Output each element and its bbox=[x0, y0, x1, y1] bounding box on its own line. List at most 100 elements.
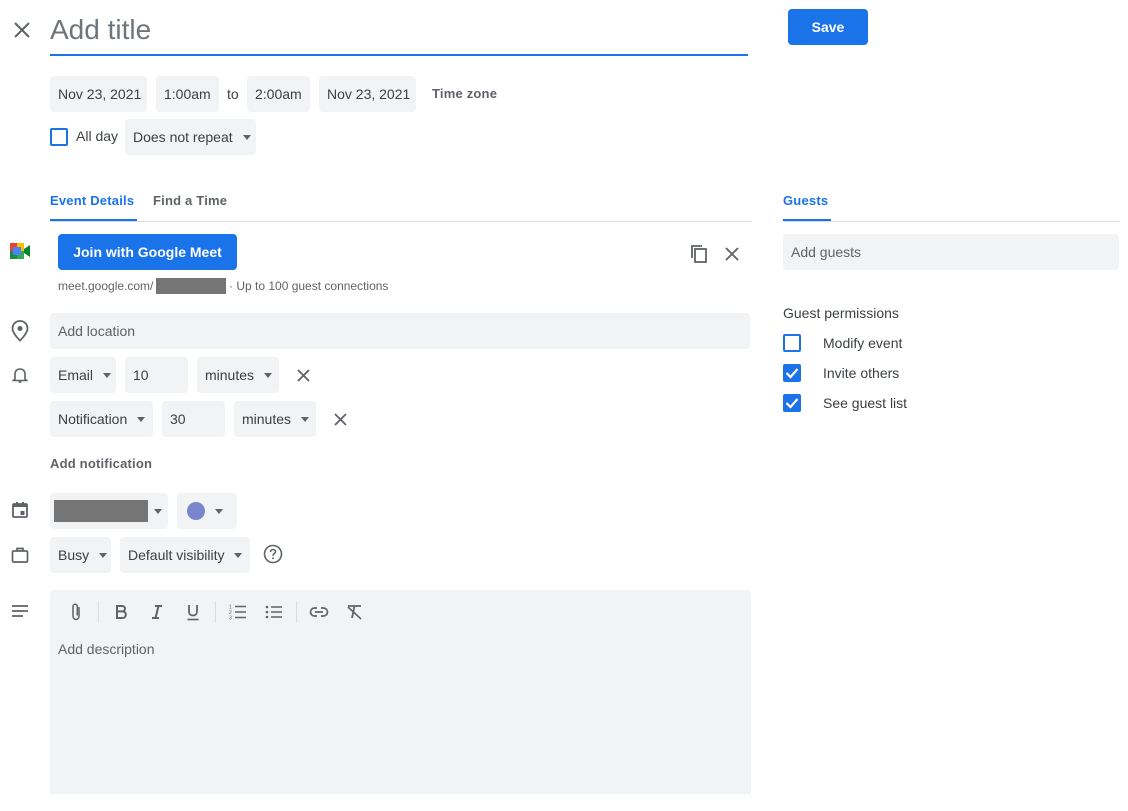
meet-link-prefix[interactable]: meet.google.com/ bbox=[58, 279, 153, 293]
bold-icon bbox=[116, 605, 127, 619]
notification-unit-dropdown[interactable]: minutes bbox=[234, 401, 316, 437]
tabs-divider bbox=[50, 221, 752, 222]
timezone-button[interactable]: Time zone bbox=[432, 86, 497, 101]
remove-notification-button[interactable] bbox=[291, 363, 315, 387]
event-color-dropdown[interactable] bbox=[177, 493, 237, 529]
end-date-field[interactable]: Nov 23, 2021 bbox=[319, 76, 416, 112]
clear-format-button[interactable] bbox=[343, 600, 367, 624]
attach-button[interactable] bbox=[64, 600, 88, 624]
add-guests-input[interactable]: Add guests bbox=[783, 234, 1119, 270]
copy-icon bbox=[691, 245, 707, 263]
modify-event-checkbox[interactable] bbox=[783, 334, 801, 352]
tab-find-a-time-label: Find a Time bbox=[153, 193, 228, 208]
invite-others-label: Invite others bbox=[823, 365, 900, 381]
invite-others-checkbox[interactable] bbox=[783, 364, 801, 382]
start-date-field[interactable]: Nov 23, 2021 bbox=[50, 76, 147, 112]
see-guest-list-label: See guest list bbox=[823, 395, 908, 411]
google-meet-icon bbox=[10, 243, 30, 259]
to-label: to bbox=[227, 86, 239, 102]
end-time-field[interactable]: 2:00am bbox=[247, 76, 310, 112]
tab-guests[interactable]: Guests bbox=[783, 192, 828, 222]
bold-button[interactable] bbox=[109, 600, 133, 624]
toolbar-divider bbox=[215, 601, 216, 623]
join-google-meet-button[interactable]: Join with Google Meet bbox=[58, 234, 237, 270]
visibility-help-button[interactable] bbox=[262, 543, 284, 565]
save-button[interactable]: Save bbox=[788, 9, 868, 45]
start-time-value: 1:00am bbox=[164, 86, 211, 102]
close-button[interactable] bbox=[8, 16, 36, 44]
italic-button[interactable] bbox=[145, 600, 169, 624]
meet-link-code bbox=[156, 278, 226, 294]
guest-permissions-title: Guest permissions bbox=[783, 305, 899, 321]
add-notification-button[interactable]: Add notification bbox=[50, 456, 152, 471]
guests-divider bbox=[783, 221, 1120, 222]
chevron-down-icon bbox=[215, 508, 223, 514]
availability-dropdown[interactable]: Busy bbox=[50, 537, 111, 573]
tab-event-details-label: Event Details bbox=[50, 193, 135, 208]
notification-amount-input[interactable]: 10 bbox=[125, 357, 188, 393]
toolbar-divider bbox=[296, 601, 297, 623]
svg-text:3: 3 bbox=[229, 616, 232, 621]
meet-link-suffix: · Up to 100 guest connections bbox=[229, 279, 389, 293]
link-button[interactable] bbox=[307, 600, 331, 624]
remove-notification-button[interactable] bbox=[328, 407, 352, 431]
title-placeholder: Add title bbox=[50, 14, 152, 45]
chevron-down-icon bbox=[99, 552, 108, 558]
italic-icon bbox=[152, 605, 162, 619]
close-icon bbox=[296, 368, 310, 382]
availability-value: Busy bbox=[58, 547, 90, 563]
close-icon bbox=[14, 22, 30, 38]
underline-button[interactable] bbox=[181, 600, 205, 624]
calendar-dropdown[interactable] bbox=[50, 493, 168, 529]
tab-guests-label: Guests bbox=[783, 193, 829, 208]
notification-unit-value: minutes bbox=[205, 367, 255, 383]
notification-type-dropdown[interactable]: Notification bbox=[50, 401, 153, 437]
chevron-down-icon bbox=[234, 552, 243, 558]
notification-type-value: Notification bbox=[58, 411, 128, 427]
notification-type-value: Email bbox=[58, 367, 94, 383]
chevron-down-icon bbox=[264, 372, 273, 378]
chevron-down-icon bbox=[103, 372, 112, 378]
bulleted-list-button[interactable] bbox=[262, 600, 286, 624]
join-google-meet-label: Join with Google Meet bbox=[73, 244, 222, 260]
location-placeholder: Add location bbox=[58, 323, 136, 339]
notification-unit-value: minutes bbox=[242, 411, 292, 427]
clear-format-icon bbox=[347, 605, 362, 620]
notification-amount-input[interactable]: 30 bbox=[162, 401, 225, 437]
check-icon bbox=[785, 398, 799, 409]
all-day-label: All day bbox=[76, 128, 119, 144]
tab-event-details[interactable]: Event Details bbox=[50, 192, 134, 222]
numbered-list-button[interactable]: 1 2 3 bbox=[226, 600, 250, 624]
see-guest-list-checkbox[interactable] bbox=[783, 394, 801, 412]
chevron-down-icon bbox=[154, 508, 162, 514]
calendar-icon bbox=[11, 501, 29, 524]
tab-find-a-time[interactable]: Find a Time bbox=[153, 192, 227, 222]
all-day-checkbox[interactable] bbox=[50, 128, 68, 146]
repeat-value: Does not repeat bbox=[133, 129, 233, 145]
bulleted-list-icon bbox=[265, 605, 282, 619]
description-icon bbox=[11, 604, 29, 623]
start-date-value: Nov 23, 2021 bbox=[58, 86, 142, 102]
numbered-list-icon: 1 2 3 bbox=[229, 605, 246, 621]
modify-event-label: Modify event bbox=[823, 335, 903, 351]
visibility-value: Default visibility bbox=[128, 547, 225, 563]
close-icon bbox=[333, 412, 347, 426]
location-input[interactable]: Add location bbox=[50, 313, 750, 349]
repeat-dropdown[interactable]: Does not repeat bbox=[125, 119, 256, 155]
start-time-field[interactable]: 1:00am bbox=[156, 76, 219, 112]
notification-amount-value: 10 bbox=[133, 367, 149, 383]
calendar-name bbox=[54, 500, 148, 522]
remove-meet-button[interactable] bbox=[720, 242, 744, 266]
description-placeholder: Add description bbox=[58, 641, 155, 657]
notification-unit-dropdown[interactable]: minutes bbox=[197, 357, 279, 393]
check-icon bbox=[785, 368, 799, 379]
visibility-dropdown[interactable]: Default visibility bbox=[120, 537, 250, 573]
link-icon bbox=[309, 607, 329, 617]
title-input[interactable]: Add title bbox=[50, 8, 748, 56]
copy-link-button[interactable] bbox=[687, 242, 711, 266]
notification-type-dropdown[interactable]: Email bbox=[50, 357, 116, 393]
underline-icon bbox=[187, 604, 199, 620]
end-time-value: 2:00am bbox=[255, 86, 302, 102]
color-swatch bbox=[187, 502, 205, 520]
end-date-value: Nov 23, 2021 bbox=[327, 86, 411, 102]
